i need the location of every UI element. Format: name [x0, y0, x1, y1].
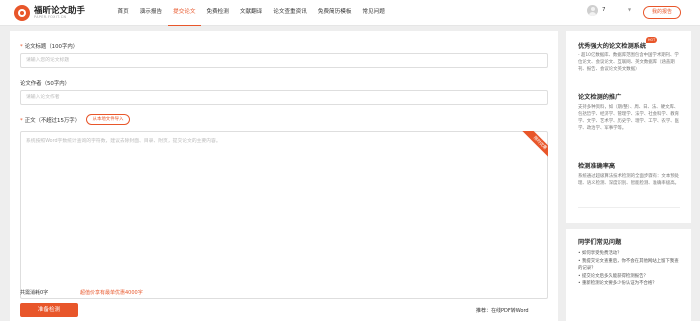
nav-item[interactable]: 常见问题 — [357, 0, 390, 26]
body-label: * 正文（不超过15万字） — [20, 116, 80, 124]
submit-paper-panel: *论文标题（100字内） 论文作者（50字内） *正文（不超过15万字） 从本地… — [10, 31, 558, 321]
feature-title-1: 优秀强大的论文检测系统 — [578, 43, 647, 50]
feature-text-3: 系统通过超级算法技术检测的全面步骤有：文本预处理、语义检测、深度识别、智能检测、… — [578, 174, 679, 186]
required-mark: * — [20, 44, 23, 50]
start-check-button[interactable]: 准备检测 — [20, 303, 78, 317]
nav-item[interactable]: 免费检测 — [201, 0, 234, 26]
recommend-link[interactable]: 推荐：在线PDF转Word — [476, 307, 529, 314]
main-nav: 首页 演示报告 提交论文 免费检测 文献翻译 论文查重资讯 免费简历模板 常见问题 — [112, 0, 390, 26]
limited-offer-ribbon: 限时优惠 — [522, 131, 548, 157]
word-count-suffix: 字 — [43, 290, 49, 296]
chevron-down-icon[interactable]: ▼ — [628, 7, 631, 12]
faq-item[interactable]: • 提交论文后多久能获得检测报告？ — [578, 273, 682, 281]
divider — [578, 207, 680, 208]
faq-title: 同学们常见问题 — [578, 239, 622, 246]
faq-list: • 如何享受免费活动？ • 我提交论文查重后，你不会在其他网站上留下我查的记录？… — [578, 250, 682, 288]
author-input[interactable] — [20, 90, 548, 105]
title-label-text: 论文标题（100字内） — [24, 44, 79, 50]
nav-item[interactable]: 首页 — [112, 0, 134, 26]
feature-text-2: 支持多种资料，如（期/整）、周、日、法、硬文库、包括哲学、经济学、管理学、法学、… — [578, 105, 679, 131]
word-count: 共需消耗0字 — [20, 289, 48, 296]
import-local-file-button[interactable]: 从本地文件导入 — [86, 114, 130, 125]
promo-text: 超值价享有最单优惠4000字 — [80, 290, 143, 296]
faq-item[interactable]: • 如何享受免费活动？ — [578, 250, 682, 258]
ribbon-text: 限时优惠 — [522, 131, 548, 157]
user-name[interactable]: 7 — [602, 7, 606, 13]
features-card: 优秀强大的论文检测系统 HOT - 超10亿数据库、数据库范围包含中国学术期刊、… — [566, 31, 691, 223]
user-avatar-icon[interactable] — [587, 5, 598, 16]
feature-text-1: - 超10亿数据库、数据库范围包含中国学术期刊、学位论文、会议论文、互联网、英文… — [578, 53, 679, 72]
required-mark: * — [20, 118, 23, 124]
body-label-text: 正文（不超过15万字） — [24, 118, 81, 124]
title-input[interactable] — [20, 53, 548, 68]
nav-item[interactable]: 论文查重资讯 — [268, 0, 313, 26]
author-label: 论文作者（50字内） — [20, 81, 70, 87]
top-header: 福昕论文助手 PAPER.FOXIT.CN 首页 演示报告 提交论文 免费检测 文献翻译… — [0, 0, 700, 26]
logo-icon — [14, 5, 30, 21]
hot-badge: HOT — [646, 37, 658, 43]
nav-item[interactable]: 文献翻译 — [234, 0, 267, 26]
faq-item[interactable]: • 我提交论文查重后，你不会在其他网站上留下我查的记录？ — [578, 258, 682, 273]
nav-item[interactable]: 演示报告 — [134, 0, 167, 26]
nav-item[interactable]: 提交论文 — [167, 0, 201, 26]
feature-title-2: 论文检测的推广 — [578, 94, 622, 101]
faq-card: 同学们常见问题 • 如何享受免费活动？ • 我提交论文查重后，你不会在其他网站上… — [566, 229, 691, 321]
faq-item[interactable]: • 重新检测论文要多少份认证为不合格？ — [578, 280, 682, 288]
title-label: * 论文标题（100字内） — [20, 42, 78, 50]
paper-body-textarea[interactable] — [20, 131, 548, 299]
feature-title-3: 检测准确率高 — [578, 163, 616, 170]
my-reports-button[interactable]: 我的报告 — [643, 6, 681, 19]
logo-subtitle: PAPER.FOXIT.CN — [34, 15, 67, 19]
nav-item[interactable]: 免费简历模板 — [312, 0, 357, 26]
word-count-prefix: 共需消耗 — [20, 290, 41, 296]
site-logo[interactable]: 福昕论文助手 PAPER.FOXIT.CN — [14, 4, 85, 22]
